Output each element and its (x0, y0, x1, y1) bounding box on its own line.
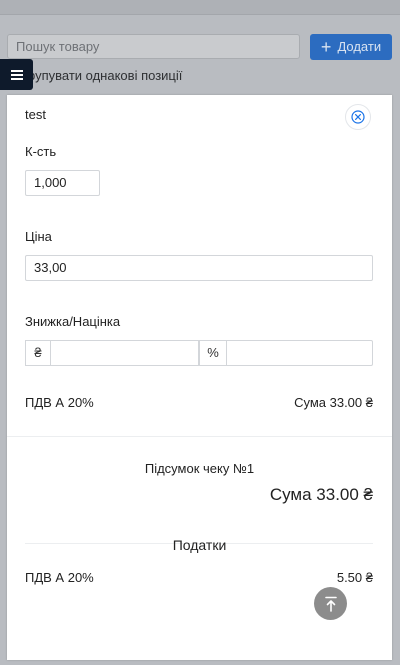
item-sum: Сума 33.00 ₴ (294, 395, 373, 410)
hamburger-icon (10, 69, 23, 80)
currency-addon: ₴ (25, 340, 51, 366)
menu-button[interactable] (0, 59, 33, 90)
discount-percent-input[interactable] (226, 340, 373, 366)
close-button[interactable] (345, 104, 371, 130)
section-divider (7, 436, 392, 437)
percent-addon: % (199, 340, 227, 366)
receipt-total: Сума 33.00 ₴ (269, 485, 373, 504)
close-circle-icon (351, 110, 365, 124)
add-button[interactable]: + Додати (310, 34, 392, 60)
receipt-title: Підсумок чеку №1 (144, 461, 255, 476)
top-bar (0, 0, 400, 15)
price-label: Ціна (25, 229, 52, 244)
item-vat-label: ПДВ А 20% (25, 395, 94, 410)
discount-amount-input[interactable] (50, 340, 199, 366)
discount-label: Знижка/Націнка (25, 314, 121, 329)
taxes-title: Податки (172, 537, 227, 553)
arrow-up-to-line-icon (324, 596, 337, 612)
quantity-input[interactable]: 1,000 (25, 170, 100, 196)
item-edit-modal: test К-сть 1,000 Ціна 33,00 Знижка/Націн… (7, 95, 392, 660)
plus-icon: + (320, 37, 332, 57)
modal-title: test (25, 107, 46, 122)
add-button-label: Додати (337, 39, 382, 54)
scroll-to-top-button[interactable] (314, 587, 347, 620)
price-input[interactable]: 33,00 (25, 255, 373, 281)
quantity-label: К-сть (25, 144, 57, 159)
tax-label: ПДВ А 20% (25, 570, 94, 585)
search-input[interactable]: Пошук товару (7, 34, 300, 59)
group-identical-items-label: рупувати однакові позиції (28, 68, 183, 83)
tax-value: 5.50 ₴ (336, 570, 373, 585)
